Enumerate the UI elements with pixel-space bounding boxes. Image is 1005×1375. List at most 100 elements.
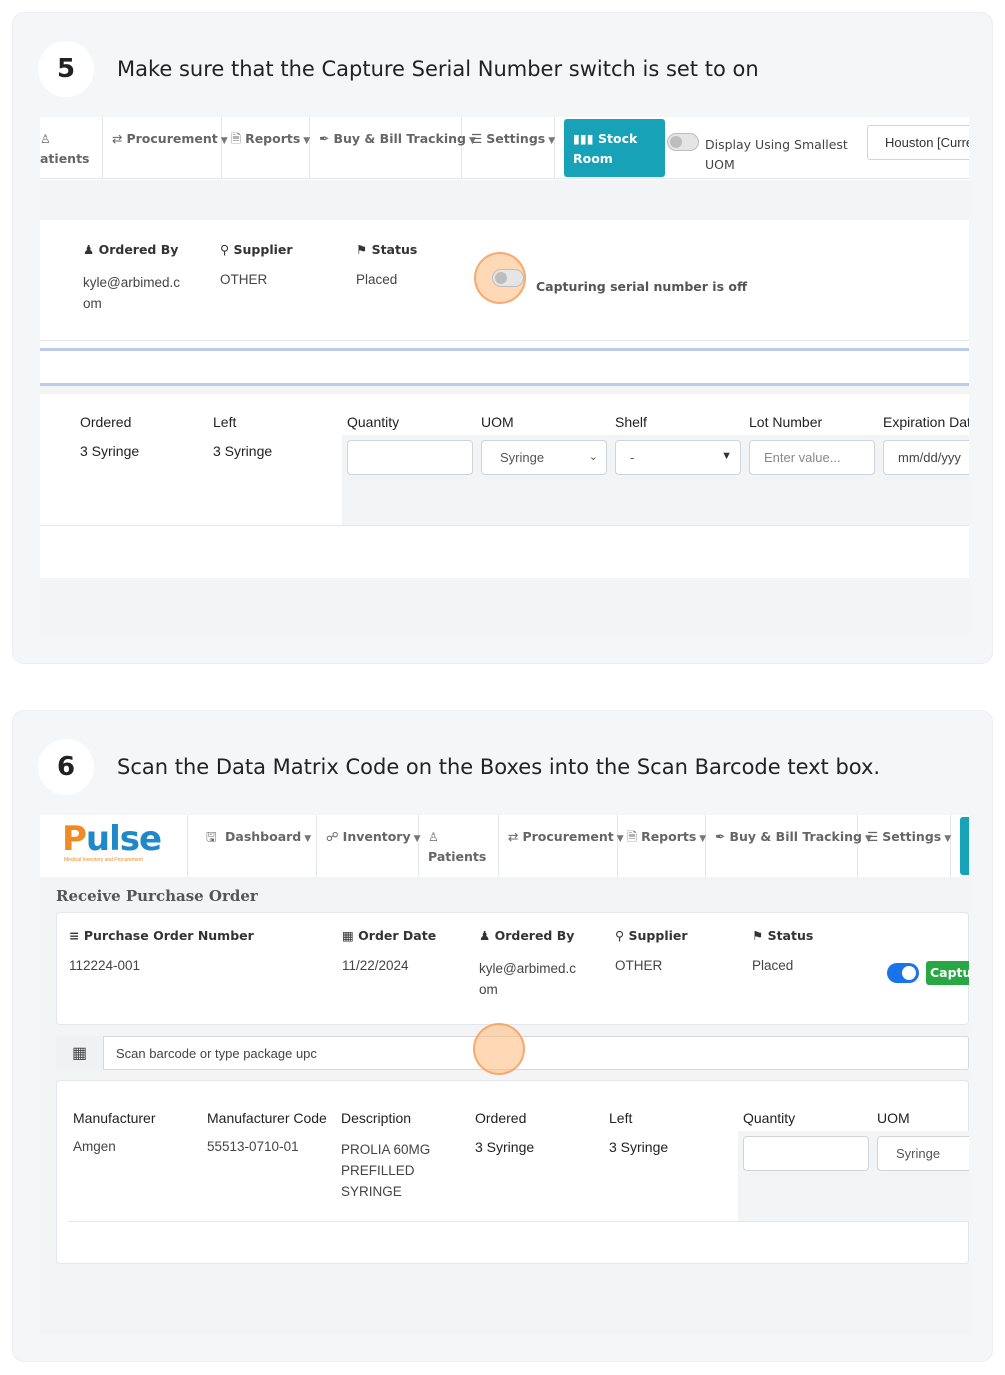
serial-status-text: Capturing serial number is off (536, 279, 748, 294)
click-hint-circle (473, 1023, 525, 1075)
uom-select[interactable]: Syringe ⌄ (481, 440, 607, 475)
flag-icon: ⚑ (752, 928, 764, 943)
col-manufacturer: Manufacturer (73, 1110, 156, 1126)
expiration-date-input[interactable]: mm/dd/yyy (883, 440, 969, 475)
trophy-icon: ⚲ (220, 242, 230, 257)
file-icon: 🗎 (231, 131, 242, 146)
col-uom: UOM (481, 414, 514, 430)
left-value: 3 Syringe (609, 1139, 669, 1155)
manufacturer-code-value: 55513-0710-01 (207, 1139, 299, 1154)
section-divider (40, 180, 969, 220)
step-instruction: Make sure that the Capture Serial Number… (117, 57, 759, 81)
step-5-card: 5 Make sure that the Capture Serial Numb… (12, 12, 993, 664)
nav-patients[interactable]: ♙ Patients (419, 815, 499, 877)
footer-band (40, 578, 969, 637)
nav-patients[interactable]: ♙ atients (40, 117, 103, 179)
scan-barcode-input[interactable]: Scan barcode or type package upc (116, 1046, 317, 1061)
step-6-card: 6 Scan the Data Matrix Code on the Boxes… (12, 710, 993, 1362)
quantity-input[interactable] (347, 440, 473, 475)
nav-reports[interactable]: 🗎 Reports ▼ (222, 117, 310, 179)
capture-button[interactable]: Captur (926, 961, 969, 985)
patients-icon: ♙ (40, 132, 51, 146)
status-value: Placed (356, 272, 398, 287)
caret-down-icon: ▼ (721, 450, 732, 462)
sliders-icon: ☰ (867, 829, 879, 844)
ordered-by-value: kyle@arbimed.c om (479, 961, 576, 997)
ordered-value: 3 Syringe (475, 1139, 535, 1155)
step-number: 5 (38, 41, 94, 97)
col-description: Description (341, 1110, 412, 1126)
user-icon: ♟ (479, 928, 491, 943)
divider (40, 525, 969, 526)
col-quantity: Quantity (347, 414, 400, 430)
nav-settings[interactable]: ☰ Settings ▼ (462, 117, 555, 179)
user-icon: ♟ (83, 242, 95, 257)
col-expiration: Expiration Dat (883, 414, 969, 430)
syringe-icon: ✒ (715, 829, 726, 844)
col-quantity: Quantity (743, 1110, 796, 1126)
manufacturer-value: Amgen (73, 1139, 116, 1154)
col-ordered: Ordered (80, 414, 132, 430)
sliders-icon: ☰ (471, 131, 483, 146)
smallest-uom-toggle[interactable] (667, 133, 699, 151)
flag-icon: ⚑ (356, 242, 368, 257)
stock-room-button[interactable] (960, 817, 969, 875)
status-label: ⚑ Status (356, 242, 418, 257)
ordered-by-value: kyle@arbimed.c om (83, 275, 180, 311)
pulse-logo[interactable]: Pulse Medical Inventory and Procurement (40, 815, 188, 877)
page-title: Receive Purchase Order (56, 887, 258, 905)
lot-number-input[interactable]: Enter value... (749, 440, 875, 475)
patients-icon: ♙ (428, 830, 439, 844)
nav-inventory[interactable]: ☍ Inventory ▼ (317, 815, 421, 877)
uom-select[interactable]: Syringe (877, 1136, 969, 1171)
nav-dashboard[interactable]: 🖫 Dashboard ▼ (188, 815, 317, 877)
status-value: Placed (752, 958, 794, 973)
col-shelf: Shelf (615, 414, 647, 430)
col-ordered: Ordered (475, 1110, 527, 1126)
trophy-icon: ⚲ (615, 928, 625, 943)
exchange-icon: ⇄ (508, 829, 519, 844)
quantity-input[interactable] (743, 1136, 869, 1171)
top-nav: Pulse Medical Inventory and Procurement … (40, 815, 969, 877)
po-number-value: 112224-001 (69, 958, 141, 973)
nav-procurement[interactable]: ⇄ Procurement ▼ (499, 815, 624, 877)
capture-serial-toggle[interactable] (492, 269, 524, 287)
supplier-label: ⚲ Supplier (220, 242, 293, 257)
nav-buy-bill[interactable]: ✒ Buy & Bill Tracking ▼ (310, 117, 476, 179)
nav-patients-label: atients (40, 151, 90, 166)
step-instruction: Scan the Data Matrix Code on the Boxes i… (117, 755, 881, 779)
stock-room-button[interactable]: ▮▮▮ Stock Room (564, 119, 665, 177)
col-left: Left (609, 1110, 633, 1126)
capture-serial-toggle[interactable] (887, 963, 919, 983)
top-nav: ♙ atients ⇄ Procurement ▼ 🗎 Reports ▼ ✒ Buy &… (40, 117, 969, 179)
calendar-icon: ▦ (342, 928, 354, 943)
nav-settings[interactable]: ☰ Settings ▼ (858, 815, 951, 877)
description-value: PROLIA 60MG PREFILLED SYRINGE (341, 1142, 431, 1199)
status-label: ⚑ Status (752, 928, 814, 943)
left-value: 3 Syringe (213, 443, 273, 459)
nav-procurement[interactable]: ⇄ Procurement ▼ (103, 117, 228, 179)
location-select[interactable]: Houston [Curre (867, 125, 969, 160)
list-icon: ≡ (69, 928, 80, 943)
blue-divider (40, 348, 969, 351)
nav-buy-bill[interactable]: ✒ Buy & Bill Tracking ▼ (706, 815, 872, 877)
col-lot-number: Lot Number (749, 414, 823, 430)
caret-down-icon: ▼ (548, 136, 556, 146)
barcode-icon: ▮▮▮ (573, 131, 594, 146)
step-5-screenshot: ♙ atients ⇄ Procurement ▼ 🗎 Reports ▼ ✒ Buy &… (40, 117, 969, 637)
supplier-value: OTHER (220, 272, 268, 287)
po-number-label: ≡ Purchase Order Number (69, 928, 254, 943)
caret-down-icon: ▼ (944, 834, 952, 844)
qr-code-icon: ▦ (56, 1036, 104, 1070)
inventory-icon: ☍ (326, 829, 339, 844)
exchange-icon: ⇄ (112, 131, 123, 146)
ordered-value: 3 Syringe (80, 443, 140, 459)
shelf-select[interactable]: - ▼ (615, 440, 741, 475)
col-left: Left (213, 414, 237, 430)
caret-down-icon: ▼ (304, 834, 312, 844)
monitor-icon: 🖫 (206, 829, 217, 844)
chevron-down-icon: ⌄ (588, 451, 598, 463)
nav-reports[interactable]: 🗎 Reports ▼ (618, 815, 706, 877)
syringe-icon: ✒ (319, 131, 330, 146)
col-uom: UOM (877, 1110, 910, 1126)
